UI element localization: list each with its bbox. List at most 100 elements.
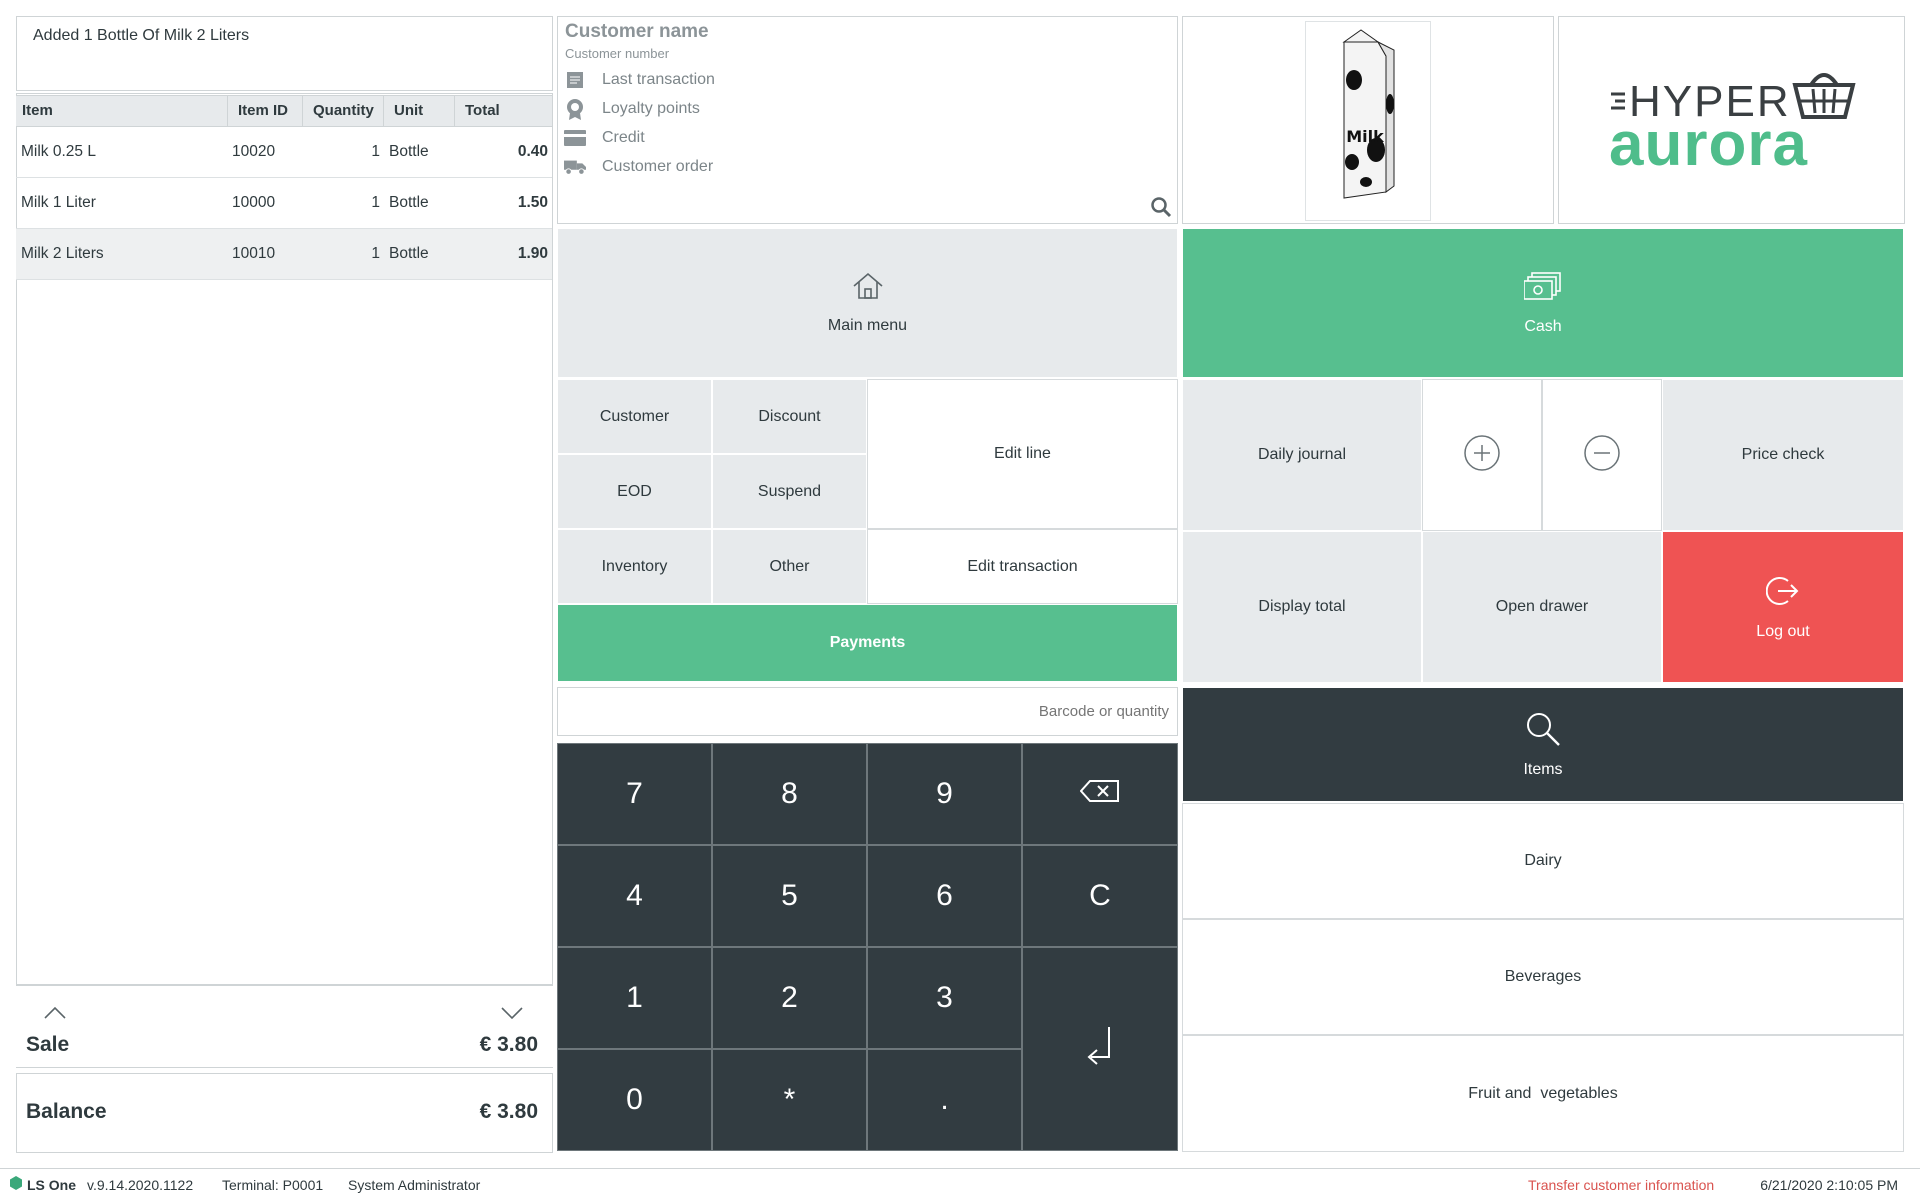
key-6[interactable]: 6 xyxy=(867,845,1022,947)
version-label: v.9.14.2020.1122 xyxy=(87,1177,194,1193)
col-item-id[interactable]: Item ID xyxy=(228,96,303,126)
key-9[interactable]: 9 xyxy=(867,743,1022,845)
message-text: Added 1 Bottle Of Milk 2 Liters xyxy=(33,27,250,44)
backspace-key[interactable] xyxy=(1022,743,1178,845)
scroll-up-icon[interactable] xyxy=(40,1003,70,1023)
key-1[interactable]: 1 xyxy=(557,947,712,1049)
discount-button[interactable]: Discount xyxy=(712,379,867,454)
clear-key[interactable]: C xyxy=(1022,845,1178,947)
col-total[interactable]: Total xyxy=(455,96,552,126)
credit-label: Credit xyxy=(602,129,645,146)
row-unit: Bottle xyxy=(389,143,429,160)
product-image-panel: Milk xyxy=(1182,16,1554,224)
totals-divider xyxy=(16,985,553,986)
ls-one-brand: LS One xyxy=(10,1170,76,1200)
loyalty-points-label: Loyalty points xyxy=(602,100,700,117)
plus-circle-icon xyxy=(1463,434,1501,477)
suspend-button[interactable]: Suspend xyxy=(712,454,867,529)
price-check-button[interactable]: Price check xyxy=(1662,379,1904,531)
col-item[interactable]: Item xyxy=(16,96,228,126)
category-dairy-button[interactable]: Dairy xyxy=(1182,803,1904,919)
col-quantity[interactable]: Quantity xyxy=(303,96,384,126)
log-out-button[interactable]: Log out xyxy=(1662,531,1904,683)
key-5[interactable]: 5 xyxy=(712,845,867,947)
customer-order-link[interactable]: Customer order xyxy=(564,155,713,179)
display-total-button[interactable]: Display total xyxy=(1182,531,1422,683)
row-unit: Bottle xyxy=(389,194,429,211)
scroll-down-icon[interactable] xyxy=(497,1003,527,1023)
category-fruit-vegetables-button[interactable]: Fruit and vegetables xyxy=(1182,1035,1904,1152)
row-id: 10000 xyxy=(232,194,276,211)
row-qty: 1 xyxy=(371,245,380,262)
open-drawer-button[interactable]: Open drawer xyxy=(1422,531,1662,683)
row-id: 10010 xyxy=(232,245,276,262)
enter-icon xyxy=(1085,1025,1115,1073)
sale-label: Sale xyxy=(26,1033,70,1056)
payments-button[interactable]: Payments xyxy=(557,604,1178,682)
items-button[interactable]: Items xyxy=(1182,687,1904,802)
main-menu-label: Main menu xyxy=(827,316,908,334)
key-dot[interactable]: . xyxy=(867,1049,1022,1151)
row-total: 1.90 xyxy=(517,245,548,262)
row-id: 10020 xyxy=(232,143,276,160)
store-logo-panel: HYPER aurora xyxy=(1558,16,1905,224)
receipt-icon xyxy=(564,70,586,90)
message-panel: Added 1 Bottle Of Milk 2 Liters xyxy=(16,16,553,91)
sale-value: € 3.80 xyxy=(479,1033,538,1056)
key-star[interactable]: * xyxy=(712,1049,867,1151)
datetime-label: 6/21/2020 2:10:05 PM xyxy=(1760,1177,1898,1193)
last-transaction-link[interactable]: Last transaction xyxy=(564,68,715,92)
minus-circle-icon xyxy=(1583,434,1621,477)
items-label: Items xyxy=(1523,761,1563,778)
barcode-input[interactable] xyxy=(557,687,1178,736)
balance-value: € 3.80 xyxy=(479,1100,538,1123)
credit-link[interactable]: Credit xyxy=(564,126,645,150)
logo-aurora: aurora xyxy=(1609,110,1808,179)
last-transaction-label: Last transaction xyxy=(602,71,715,88)
logout-icon xyxy=(1765,574,1800,613)
inventory-button[interactable]: Inventory xyxy=(557,529,712,604)
user-label: System Administrator xyxy=(348,1177,481,1193)
quantity-minus-button[interactable] xyxy=(1542,379,1662,531)
quantity-plus-button[interactable] xyxy=(1422,379,1542,531)
edit-line-button[interactable]: Edit line xyxy=(867,379,1178,529)
ls-one-logo-icon xyxy=(10,1170,22,1200)
delivery-truck-icon xyxy=(564,157,586,177)
terminal-label: Terminal: P0001 xyxy=(222,1177,324,1193)
table-row[interactable]: Milk 1 Liter 10000 1 Bottle 1.50 xyxy=(16,178,552,229)
transfer-customer-link[interactable]: Transfer customer information xyxy=(1528,1170,1714,1200)
table-row[interactable]: Milk 0.25 L 10020 1 Bottle 0.40 xyxy=(16,127,552,178)
daily-journal-button[interactable]: Daily journal xyxy=(1182,379,1422,531)
home-icon xyxy=(852,272,884,305)
store-logo: HYPER aurora xyxy=(1609,67,1859,187)
key-2[interactable]: 2 xyxy=(712,947,867,1049)
key-3[interactable]: 3 xyxy=(867,947,1022,1049)
col-unit[interactable]: Unit xyxy=(384,96,455,126)
main-menu-button[interactable]: Main menu xyxy=(557,228,1178,378)
key-8[interactable]: 8 xyxy=(712,743,867,845)
customer-name: Customer name xyxy=(565,21,709,42)
sale-underline xyxy=(16,1067,553,1068)
customer-button[interactable]: Customer xyxy=(557,379,712,454)
search-icon xyxy=(1524,710,1562,753)
search-icon[interactable] xyxy=(1150,196,1172,218)
table-row-selected[interactable]: Milk 2 Liters 10010 1 Bottle 1.90 xyxy=(16,229,552,280)
row-total: 1.50 xyxy=(517,194,548,211)
svg-text:Milk: Milk xyxy=(1346,127,1384,146)
category-beverages-button[interactable]: Beverages xyxy=(1182,919,1904,1035)
other-button[interactable]: Other xyxy=(712,529,867,604)
row-unit: Bottle xyxy=(389,245,429,262)
eod-button[interactable]: EOD xyxy=(557,454,712,529)
key-4[interactable]: 4 xyxy=(557,845,712,947)
row-qty: 1 xyxy=(371,194,380,211)
key-7[interactable]: 7 xyxy=(557,743,712,845)
row-item: Milk 2 Liters xyxy=(21,245,104,262)
enter-key[interactable] xyxy=(1022,947,1178,1151)
credit-card-icon xyxy=(564,128,586,148)
cash-button[interactable]: Cash xyxy=(1182,228,1904,378)
row-item: Milk 0.25 L xyxy=(21,143,96,160)
edit-transaction-button[interactable]: Edit transaction xyxy=(867,529,1178,604)
loyalty-points-link[interactable]: Loyalty points xyxy=(564,97,700,121)
key-0[interactable]: 0 xyxy=(557,1049,712,1151)
ls-one-label: LS One xyxy=(27,1177,77,1193)
